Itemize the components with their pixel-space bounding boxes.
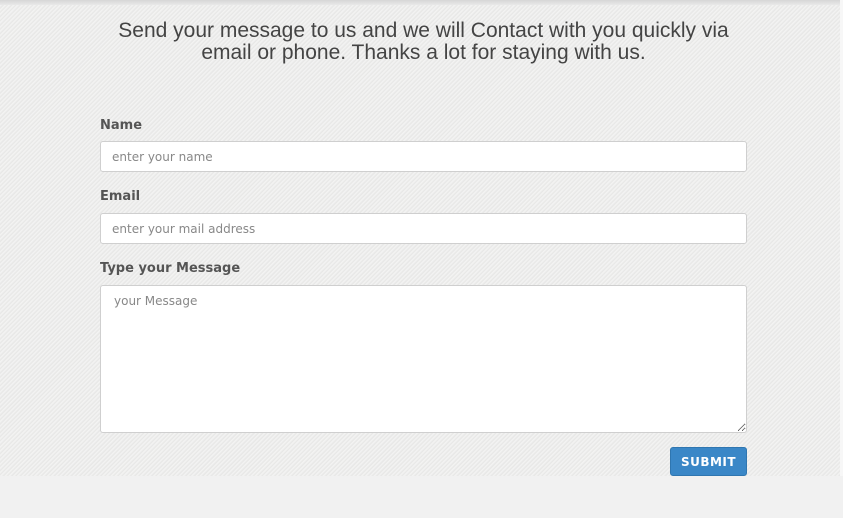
- name-input[interactable]: [100, 141, 747, 172]
- message-textarea[interactable]: [100, 285, 747, 433]
- email-label: Email: [100, 189, 141, 204]
- name-label: Name: [100, 118, 143, 133]
- submit-button[interactable]: SUBMIT: [670, 447, 747, 476]
- message-label: Type your Message: [100, 261, 241, 276]
- email-input[interactable]: [100, 213, 747, 244]
- contact-intro-text: Send your message to us and we will Cont…: [118, 19, 729, 64]
